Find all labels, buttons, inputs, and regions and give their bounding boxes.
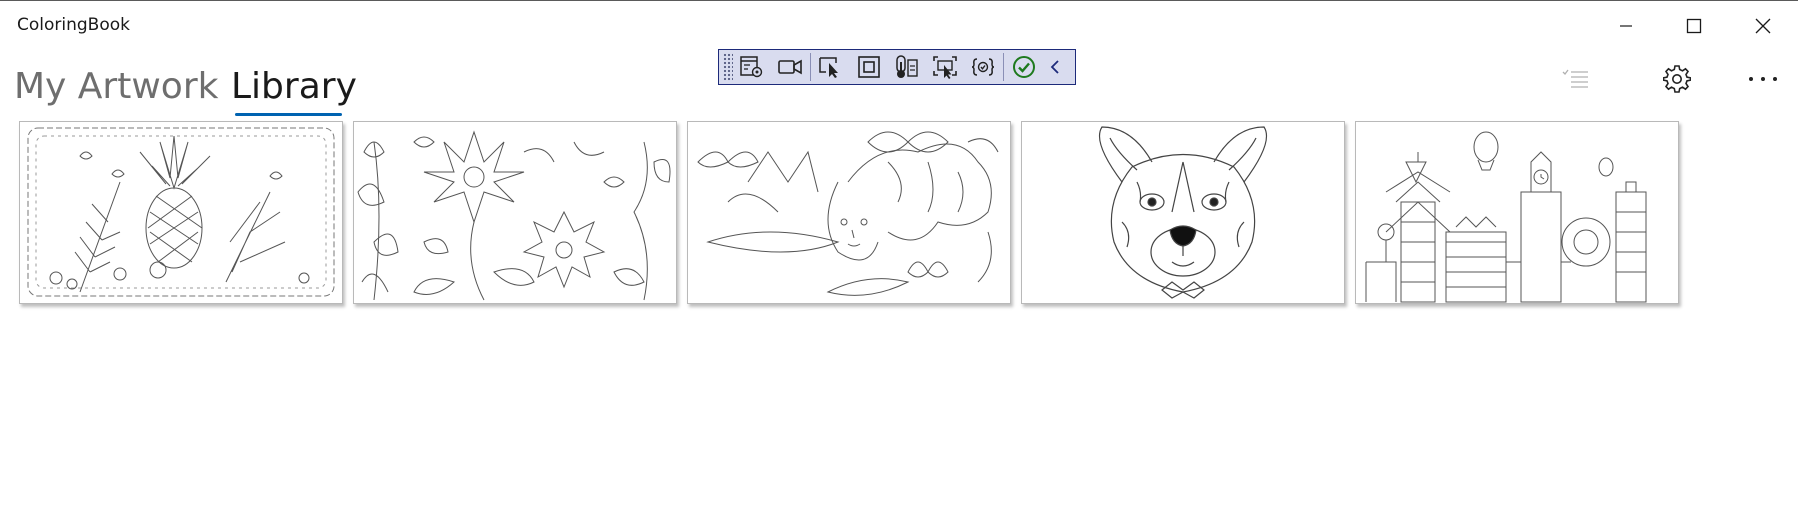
settings-button[interactable] [1652,61,1702,97]
checklist-icon [1562,69,1588,88]
window-top-border [0,0,1798,1]
display-layout-adorners-button[interactable] [850,50,888,84]
library-item-woman-butterflies[interactable] [687,121,1011,304]
collapse-chevron-icon [1050,60,1059,74]
library-item-flowers[interactable] [353,121,677,304]
video-camera-icon [778,59,802,75]
tab-my-artwork[interactable]: My Artwork [14,63,218,111]
hot-reload-status-button[interactable] [1005,50,1043,84]
binding-icon [971,58,995,76]
pineapple-artwork-image [27,127,335,297]
app-title: ColoringBook [17,15,130,35]
track-focus-button[interactable] [926,50,964,84]
collapse-toolbar-button[interactable] [1043,50,1067,84]
select-element-icon [819,57,838,78]
track-focus-icon [933,56,957,79]
checkmark-icon [1013,56,1035,78]
debug-toolbar [718,49,1076,85]
close-button[interactable] [1729,3,1797,48]
binding-failures-button[interactable] [964,50,1002,84]
gear-icon [1663,65,1691,93]
toolbar-separator [810,53,811,81]
temperature-icon [896,55,918,78]
woman-butterflies-artwork-image [697,131,999,296]
more-options-button[interactable] [1738,61,1788,97]
library-item-pineapple[interactable] [19,121,343,304]
minimize-icon [1620,24,1632,27]
library-item-dog[interactable] [1021,121,1345,304]
live-visual-tree-button[interactable] [733,50,771,84]
library-item-town[interactable] [1355,121,1679,304]
minimize-button[interactable] [1592,3,1660,48]
tab-library[interactable]: Library [231,63,357,111]
maximize-icon [1686,18,1702,33]
live-visual-tree-icon [740,56,763,78]
more-icon [1749,77,1777,81]
maximize-button[interactable] [1660,3,1728,48]
display-layout-adorners-icon [858,56,880,78]
close-icon [1755,18,1771,33]
selected-tab-indicator [235,113,342,116]
select-mode-button[interactable] [1551,61,1601,97]
record-button[interactable] [771,50,809,84]
temperature-button[interactable] [888,50,926,84]
select-element-button[interactable] [812,50,850,84]
toolbar-grip[interactable] [723,53,733,81]
town-artwork-image [1365,131,1647,303]
toolbar-separator [1003,53,1004,81]
flowers-artwork-image [357,130,671,301]
dog-artwork-image [1098,126,1268,299]
